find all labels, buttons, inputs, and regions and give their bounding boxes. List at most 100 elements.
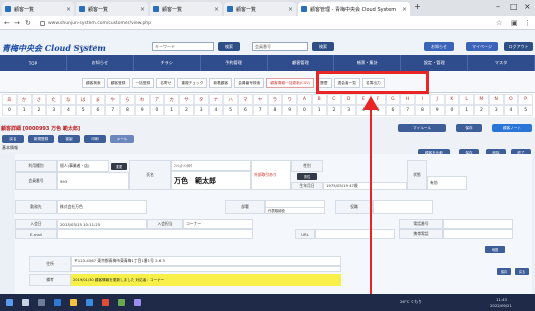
kana-index-cell[interactable]: ラ xyxy=(267,94,283,105)
kana-index-cell[interactable]: や xyxy=(105,94,120,105)
kana-index-cell[interactable]: 9 xyxy=(134,105,150,116)
keyword-search-input[interactable]: キーワード xyxy=(152,42,214,51)
type-change-button[interactable]: 変更 xyxy=(111,163,127,170)
kana-index-cell[interactable]: わ xyxy=(134,94,150,105)
cancel-bottom-button[interactable]: 戻る xyxy=(515,268,529,275)
gender-button[interactable]: 男性 xyxy=(297,173,317,180)
kana-index-cell[interactable]: 4 xyxy=(208,105,224,116)
map-button[interactable]: 地図 xyxy=(485,246,505,253)
kana-index-cell[interactable]: 0 xyxy=(149,105,165,116)
kana-index-cell[interactable]: P xyxy=(518,94,533,105)
back-icon[interactable]: ← xyxy=(4,19,10,27)
kana-index-cell[interactable]: タ xyxy=(193,94,209,105)
close-window-icon[interactable]: × xyxy=(524,2,531,11)
kana-index-cell[interactable]: 2 xyxy=(179,105,194,116)
kana-index-cell[interactable]: 7 xyxy=(252,105,268,116)
kana-index-cell[interactable]: ワ xyxy=(282,94,297,105)
browser-tab[interactable]: 顧客一覧 × xyxy=(150,2,222,16)
kana-index-cell[interactable]: は xyxy=(75,94,91,105)
kana-index-cell[interactable]: H xyxy=(400,94,415,105)
nav-item-customer[interactable]: 顧客管理 xyxy=(268,55,335,71)
save-top-button[interactable]: 保存 xyxy=(456,124,482,132)
kana-index-cell[interactable]: 2 xyxy=(474,105,489,116)
kana-index-cell[interactable]: 6 xyxy=(90,105,106,116)
reload-icon[interactable]: ↻ xyxy=(25,19,31,27)
kana-index-cell[interactable]: カ xyxy=(164,94,179,105)
kana-index-cell[interactable]: 1 xyxy=(16,105,32,116)
sub-link-duplicate-check[interactable]: 重複チェック xyxy=(177,78,208,88)
kana-index-cell[interactable]: ナ xyxy=(208,94,224,105)
kana-index-cell[interactable]: 7 xyxy=(105,105,120,116)
kana-index-cell[interactable]: 2 xyxy=(326,105,342,116)
browser-tab-active[interactable]: 顧客管理 - 青梅中央会 Cloud System × xyxy=(298,2,410,16)
menu-icon[interactable]: ⋮ xyxy=(524,19,531,27)
browser-tab[interactable]: 顧客一覧 × xyxy=(2,2,74,16)
kana-index-cell[interactable]: 2 xyxy=(31,105,47,116)
kana-index-cell[interactable]: 7 xyxy=(400,105,415,116)
kana-index-cell[interactable]: ハ xyxy=(223,94,238,105)
keyword-search-button[interactable]: 検索 xyxy=(218,42,240,51)
mail-button[interactable]: メール xyxy=(110,135,134,143)
mail-icon[interactable] xyxy=(86,299,93,306)
kana-index-cell[interactable]: な xyxy=(61,94,76,105)
kana-index-cell[interactable]: 0 xyxy=(297,105,312,116)
nav-item-flyer[interactable]: チラシ xyxy=(134,55,201,71)
notice-button[interactable]: お知らせ xyxy=(424,42,454,51)
kana-index-cell[interactable]: 0 xyxy=(2,105,17,116)
new-button[interactable]: 新規登録 xyxy=(28,135,54,143)
kana-index-cell[interactable]: 9 xyxy=(429,105,445,116)
kana-index-cell[interactable]: 3 xyxy=(341,105,356,116)
my-rule-button[interactable]: マイルール xyxy=(398,124,446,132)
kana-index-cell[interactable]: か xyxy=(16,94,32,105)
url-field[interactable]: www.shunjun-system.com/customer/view.php xyxy=(40,19,480,28)
kana-index-cell[interactable]: O xyxy=(503,94,519,105)
kana-index-cell[interactable]: 5 xyxy=(223,105,238,116)
nav-item-master[interactable]: マスタ xyxy=(468,55,535,71)
kana-index-cell[interactable]: 1 xyxy=(164,105,179,116)
close-tab-icon[interactable]: × xyxy=(214,6,219,13)
kana-index-cell[interactable]: D xyxy=(341,94,356,105)
nav-item-top[interactable]: TOP xyxy=(0,55,67,71)
kana-index-cell[interactable]: A xyxy=(297,94,312,105)
search-icon[interactable] xyxy=(22,299,29,306)
minimize-icon[interactable]: – xyxy=(496,2,500,11)
kana-index-cell[interactable]: 1 xyxy=(459,105,474,116)
task-view-icon[interactable] xyxy=(38,299,45,306)
sub-link-customer-search[interactable]: 顧客検索 xyxy=(82,78,105,88)
kana-index-cell[interactable]: J xyxy=(429,94,445,105)
kana-index-cell[interactable]: さ xyxy=(31,94,47,105)
mypage-button[interactable]: マイページ xyxy=(466,42,498,51)
nav-item-news[interactable]: お知らせ xyxy=(67,55,134,71)
kana-index-cell[interactable]: 4 xyxy=(503,105,519,116)
browser-tab[interactable]: 顧客一覧 × xyxy=(224,2,296,16)
app-icon[interactable] xyxy=(118,299,125,306)
sub-link-member-search[interactable]: 会員番号検索 xyxy=(234,78,265,88)
member-search-input[interactable]: 会員番号 xyxy=(252,42,308,51)
forward-icon[interactable]: → xyxy=(14,19,20,27)
explorer-icon[interactable] xyxy=(70,299,77,306)
kana-index-cell[interactable]: ア xyxy=(149,94,165,105)
kana-index-cell[interactable]: 5 xyxy=(75,105,91,116)
print-button[interactable]: 印刷 xyxy=(84,135,106,143)
app-icon[interactable] xyxy=(134,299,141,306)
save-bottom-button[interactable]: 保存 xyxy=(497,268,511,275)
kana-index-cell[interactable]: 6 xyxy=(238,105,253,116)
close-tab-icon[interactable]: × xyxy=(402,6,407,13)
close-tab-icon[interactable]: × xyxy=(288,6,293,13)
copy-button[interactable]: 複製 xyxy=(58,135,80,143)
close-tab-icon[interactable]: × xyxy=(140,6,145,13)
kana-index-cell[interactable]: 0 xyxy=(444,105,460,116)
back-button[interactable]: 戻る xyxy=(2,135,24,143)
logout-button[interactable]: ログアウト xyxy=(504,42,533,51)
kana-index-cell[interactable]: ま xyxy=(90,94,106,105)
kana-index-cell[interactable]: 3 xyxy=(488,105,504,116)
sub-link-customer-register[interactable]: 顧客登録 xyxy=(106,78,130,88)
kana-index-cell[interactable]: あ xyxy=(2,94,17,105)
new-tab-icon[interactable]: + xyxy=(414,2,421,11)
kana-index-cell[interactable]: マ xyxy=(238,94,253,105)
edge-icon[interactable] xyxy=(54,299,61,306)
close-tab-icon[interactable]: × xyxy=(66,6,71,13)
sub-link-merge[interactable]: 名寄せ xyxy=(156,78,176,88)
browser-tab[interactable]: 顧客一覧 × xyxy=(76,2,148,16)
nav-item-reports[interactable]: 帳票・集計 xyxy=(334,55,402,71)
